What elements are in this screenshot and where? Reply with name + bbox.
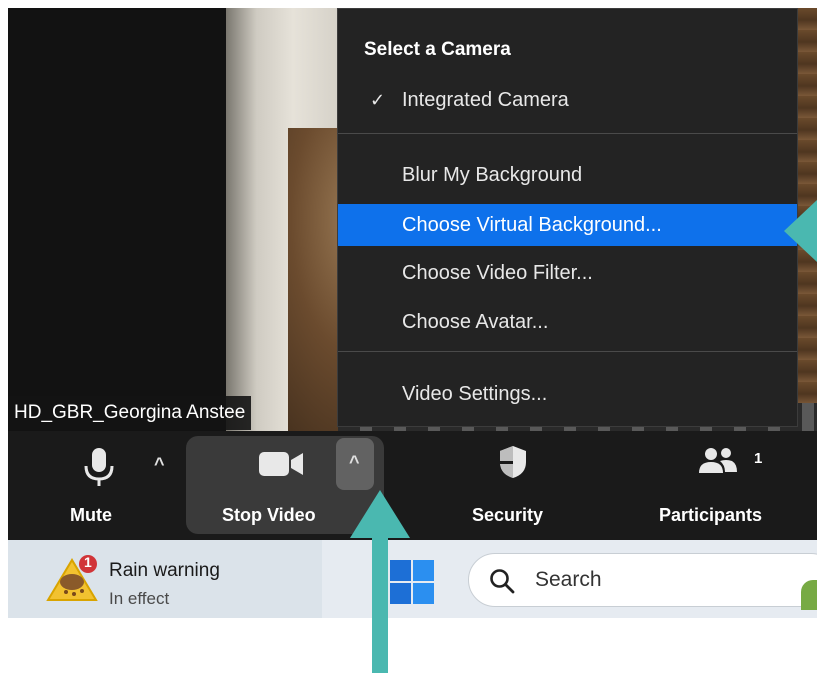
participants-label: Participants	[659, 505, 763, 525]
participants-count: 1	[754, 450, 763, 467]
search-placeholder: Search	[535, 568, 602, 591]
menu-item-virtual-background[interactable]: Choose Virtual Background...	[338, 204, 797, 246]
weather-title: Rain warning	[109, 560, 220, 581]
caret-up-icon: ^	[349, 452, 360, 472]
video-left-panel	[8, 8, 226, 431]
menu-item-blur-background[interactable]: Blur My Background	[338, 154, 797, 196]
camera-option-label: Integrated Camera	[402, 89, 569, 111]
menu-divider	[338, 351, 797, 352]
menu-item-label: Choose Avatar...	[402, 311, 549, 333]
menu-item-label: Blur My Background	[402, 164, 583, 186]
participants-button[interactable]: 1 Participants	[656, 440, 801, 535]
video-camera-icon	[259, 452, 303, 476]
mute-label: Mute	[70, 505, 112, 525]
menu-item-video-settings[interactable]: Video Settings...	[338, 373, 797, 415]
taskbar-app-icon[interactable]	[801, 580, 817, 610]
menu-divider	[338, 133, 797, 134]
caret-up-icon[interactable]: ^	[154, 454, 165, 475]
menu-item-video-filter[interactable]: Choose Video Filter...	[338, 252, 797, 294]
annotation-arrow-up	[350, 490, 410, 673]
camera-option-integrated[interactable]: ✓ Integrated Camera	[338, 79, 797, 121]
video-options-caret-button[interactable]: ^	[336, 438, 374, 490]
weather-alert-badge: 1	[84, 554, 92, 570]
weather-widget[interactable]: 1 Rain warning In effect	[8, 540, 322, 618]
microphone-icon	[84, 448, 114, 486]
menu-item-label: Choose Virtual Background...	[402, 214, 662, 236]
participants-icon	[699, 448, 737, 473]
annotation-arrow-left	[784, 200, 817, 262]
mute-button[interactable]: Mute	[60, 440, 140, 535]
menu-item-avatar[interactable]: Choose Avatar...	[338, 301, 797, 343]
weather-status: In effect	[109, 589, 170, 608]
participant-name-label: HD_GBR_Georgina Anstee	[8, 396, 252, 430]
stop-video-button[interactable]: Stop Video	[210, 440, 330, 535]
camera-menu: Select a Camera ✓ Integrated Camera Blur…	[337, 8, 798, 427]
taskbar-search-box[interactable]: Search	[468, 553, 817, 607]
checkmark-icon: ✓	[370, 90, 386, 110]
camera-menu-title: Select a Camera	[364, 39, 511, 60]
security-label: Security	[472, 505, 544, 525]
search-icon	[490, 569, 515, 594]
stop-video-label: Stop Video	[222, 505, 316, 525]
menu-item-label: Video Settings...	[402, 383, 548, 405]
shield-icon	[500, 446, 526, 478]
security-button[interactable]: Security	[460, 440, 570, 535]
menu-item-label: Choose Video Filter...	[402, 262, 593, 284]
